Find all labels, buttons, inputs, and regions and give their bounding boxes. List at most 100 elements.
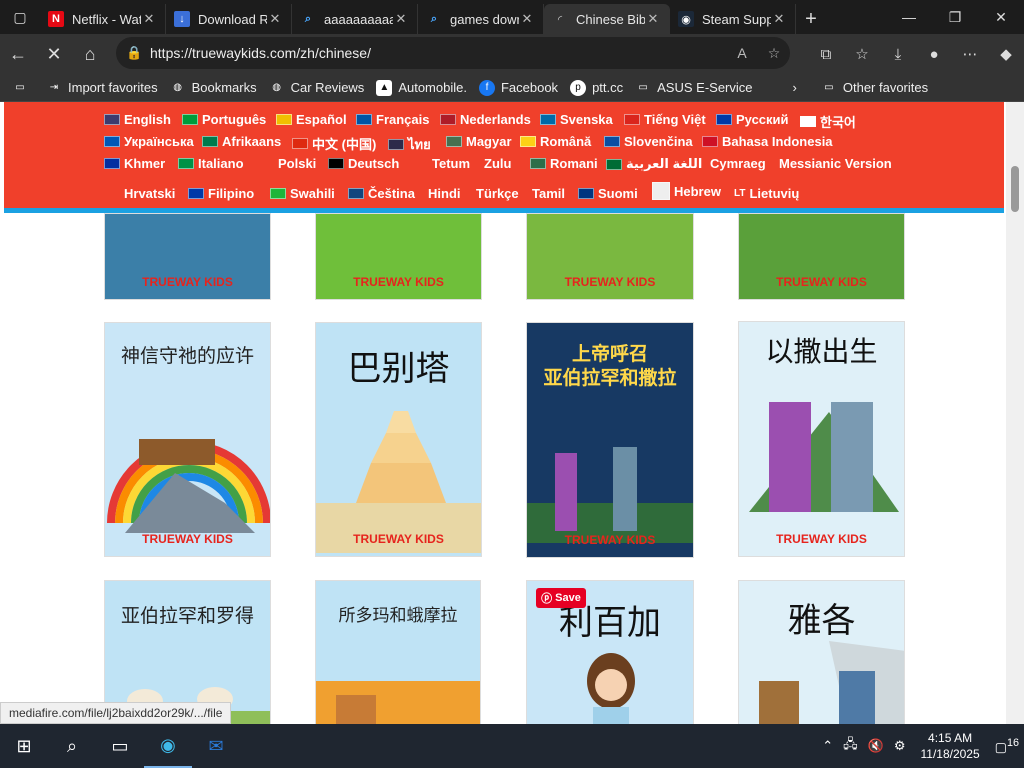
edge-icon[interactable]: ◉ bbox=[144, 724, 192, 768]
close-icon[interactable]: ✕ bbox=[519, 11, 535, 27]
lang-link[interactable]: Suomi bbox=[578, 186, 638, 201]
story-card[interactable]: 所多玛和蛾摩拉 bbox=[315, 580, 481, 724]
close-icon[interactable]: ✕ bbox=[393, 11, 409, 27]
lang-link[interactable]: Français bbox=[356, 112, 429, 127]
tab-chinese-bible[interactable]: ◜ Chinese Bibl ✕ bbox=[544, 4, 670, 34]
fav-automobile[interactable]: ▲ Automobile. bbox=[376, 79, 467, 96]
lang-link[interactable]: Afrikaans bbox=[202, 134, 281, 149]
fav-ptt[interactable]: p ptt.cc bbox=[570, 79, 623, 96]
lang-link[interactable]: Português bbox=[182, 112, 266, 127]
close-icon[interactable]: ✕ bbox=[645, 11, 661, 27]
tab-steam[interactable]: ◉ Steam Suppo ✕ bbox=[670, 4, 796, 34]
fav-asus[interactable]: ▭ ASUS E-Service bbox=[635, 80, 752, 96]
menu-icon[interactable]: ⋯ bbox=[952, 36, 988, 72]
fav-import[interactable]: ⇥ Import favorites bbox=[46, 80, 158, 96]
start-icon[interactable]: ⊞ bbox=[0, 724, 48, 768]
tab-search-a[interactable]: ⌕ aaaaaaaaaa ✕ bbox=[292, 4, 418, 34]
close-icon[interactable]: ✕ bbox=[771, 11, 787, 27]
lang-link[interactable]: Zulu bbox=[484, 156, 511, 171]
maximize-icon[interactable]: ❐ bbox=[932, 0, 978, 34]
lang-link[interactable]: Română bbox=[520, 134, 591, 149]
lang-link[interactable]: Hebrew bbox=[652, 182, 721, 200]
url-text[interactable]: https://truewaykids.com/zh/chinese/ bbox=[150, 45, 726, 61]
downloads-icon[interactable]: ⤓ bbox=[880, 36, 916, 72]
tab-actions-icon[interactable]: ▢ bbox=[0, 0, 40, 34]
outlook-icon[interactable]: ✉ bbox=[192, 724, 240, 768]
fav-car-reviews[interactable]: ◍ Car Reviews bbox=[269, 80, 364, 96]
stop-icon[interactable]: ✕ bbox=[36, 36, 72, 72]
fav-bookmarks[interactable]: ◍ Bookmarks bbox=[170, 80, 256, 96]
story-card[interactable]: 以撒出生 TRUEWAY KIDS bbox=[738, 321, 905, 557]
lang-link[interactable]: Cymraeg bbox=[710, 156, 766, 171]
story-card[interactable]: TRUEWAY KIDS bbox=[315, 213, 482, 300]
copilot-icon[interactable]: ◆ bbox=[988, 36, 1024, 72]
story-card[interactable]: 上帝呼召 亚伯拉罕和撒拉 TRUEWAY KIDS bbox=[526, 322, 694, 558]
task-view-icon[interactable]: ▭ bbox=[96, 724, 144, 768]
back-icon[interactable]: ← bbox=[0, 36, 36, 72]
lang-link[interactable]: Khmer bbox=[104, 156, 165, 171]
lang-link[interactable]: Hindi bbox=[428, 186, 461, 201]
lang-link[interactable]: Español bbox=[276, 112, 347, 127]
favorites-menu-icon[interactable]: ▭ bbox=[12, 80, 34, 96]
volume-muted-icon[interactable]: 🔇 bbox=[863, 738, 889, 754]
lang-link[interactable]: Filipino bbox=[188, 186, 254, 201]
tab-netflix[interactable]: N Netflix - Wat ✕ bbox=[40, 4, 166, 34]
favorites-icon[interactable]: ☆ bbox=[844, 36, 880, 72]
close-icon[interactable]: ✕ bbox=[267, 11, 283, 27]
more-favorites-icon[interactable]: › bbox=[793, 80, 797, 95]
lang-link[interactable]: Messianic Version bbox=[779, 156, 892, 171]
new-tab-button[interactable]: + bbox=[796, 4, 826, 34]
tab-download[interactable]: ↓ Download R ✕ bbox=[166, 4, 292, 34]
url-field[interactable]: 🔒 https://truewaykids.com/zh/chinese/ A … bbox=[116, 37, 790, 69]
lang-link[interactable]: اللغة العربية bbox=[606, 156, 702, 172]
fav-facebook[interactable]: f Facebook bbox=[478, 79, 558, 96]
lang-link[interactable]: Nederlands bbox=[440, 112, 531, 127]
lang-link[interactable]: Polski bbox=[278, 156, 316, 171]
lang-link[interactable]: Bahasa Indonesia bbox=[702, 134, 833, 149]
scrollbar-thumb[interactable] bbox=[1011, 166, 1019, 212]
story-card[interactable]: TRUEWAY KIDS bbox=[738, 213, 905, 300]
pinterest-save-button[interactable]: ⓟ Save bbox=[536, 588, 586, 608]
lock-icon[interactable]: 🔒 bbox=[126, 45, 150, 61]
lang-link[interactable]: Swahili bbox=[270, 186, 335, 201]
lang-link[interactable]: Čeština bbox=[348, 186, 415, 201]
lang-link[interactable]: Русский bbox=[716, 112, 789, 127]
tab-search-games[interactable]: ⌕ games dowr ✕ bbox=[418, 4, 544, 34]
lang-link[interactable]: Slovenčina bbox=[604, 134, 693, 149]
search-icon[interactable]: ⌕ bbox=[48, 724, 96, 768]
lang-link[interactable]: Tamil bbox=[532, 186, 565, 201]
lang-link[interactable]: 한국어 bbox=[800, 112, 856, 131]
profile-avatar[interactable]: ● bbox=[916, 36, 952, 72]
read-aloud-icon[interactable]: A bbox=[726, 45, 758, 61]
extensions-icon[interactable]: ⧉ bbox=[808, 36, 844, 72]
settings-icon[interactable]: ⚙ bbox=[889, 738, 911, 754]
lang-link[interactable]: LT Lietuvių bbox=[734, 186, 799, 201]
lang-link[interactable]: English bbox=[104, 112, 171, 127]
story-card[interactable]: 巴别塔 TRUEWAY KIDS bbox=[315, 322, 482, 557]
lang-link[interactable]: 中文 (中国) bbox=[292, 134, 376, 153]
close-icon[interactable]: ✕ bbox=[141, 11, 157, 27]
network-icon[interactable]: 🖧 bbox=[838, 735, 863, 757]
lang-link[interactable]: Svenska bbox=[540, 112, 613, 127]
lang-link[interactable]: Deutsch bbox=[328, 156, 399, 171]
chevron-up-icon[interactable]: ⌃ bbox=[817, 738, 838, 754]
story-card[interactable]: 神信守祂的应许 TRUEWAY KIDS bbox=[104, 322, 271, 557]
story-card[interactable]: TRUEWAY KIDS bbox=[104, 213, 271, 300]
lang-link[interactable]: Tetum bbox=[432, 156, 470, 171]
page-scrollbar[interactable] bbox=[1006, 102, 1024, 724]
lang-link[interactable]: Magyar bbox=[446, 134, 512, 149]
fav-other[interactable]: ▭ Other favorites bbox=[821, 80, 928, 96]
minimize-icon[interactable]: — bbox=[886, 0, 932, 34]
lang-link[interactable]: Türkçe bbox=[476, 186, 519, 201]
notification-icon[interactable]: ▢16 bbox=[990, 737, 1024, 755]
lang-link[interactable]: ไทย bbox=[388, 134, 431, 155]
lang-link[interactable]: Romani bbox=[530, 156, 598, 171]
lang-link[interactable]: Tiếng Việt bbox=[624, 112, 706, 127]
story-card[interactable]: 雅各 bbox=[738, 580, 905, 724]
clock[interactable]: 4:15 AM 11/18/2025 bbox=[910, 730, 989, 762]
lang-link[interactable]: Italiano bbox=[178, 156, 244, 171]
lang-link[interactable]: Українська bbox=[104, 134, 194, 149]
star-icon[interactable]: ☆ bbox=[758, 45, 790, 62]
lang-link[interactable]: Hrvatski bbox=[124, 186, 175, 201]
home-icon[interactable]: ⌂ bbox=[72, 36, 108, 72]
